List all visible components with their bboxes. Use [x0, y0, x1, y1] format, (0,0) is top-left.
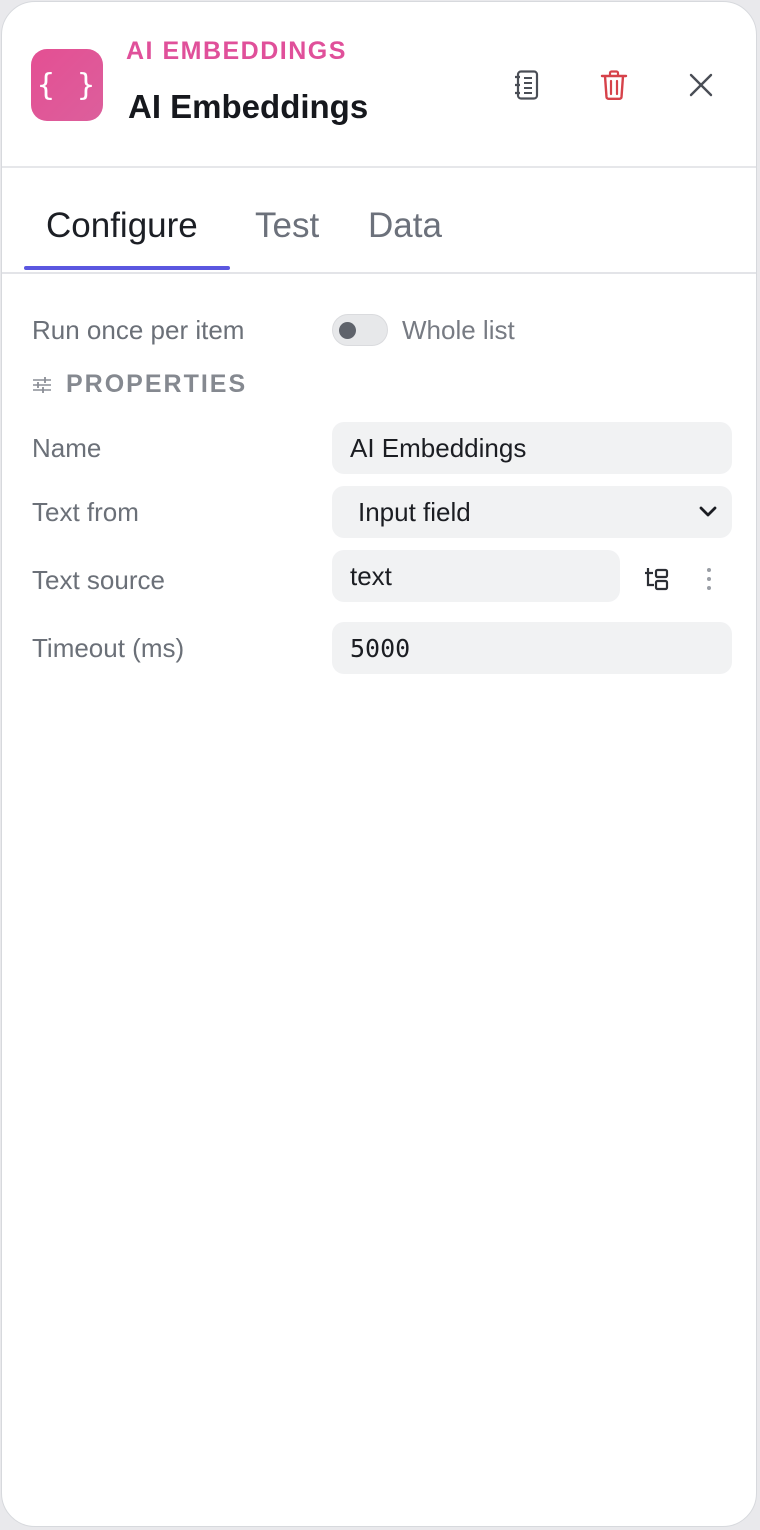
text-source-input[interactable]: text [332, 550, 620, 602]
text-source-value: text [350, 560, 392, 591]
trash-icon [600, 70, 628, 101]
notes-button[interactable] [507, 65, 547, 105]
tab-bar: Configure Test Data [2, 168, 756, 274]
tab-configure[interactable]: Configure [46, 206, 198, 246]
notebook-icon [515, 70, 539, 100]
close-icon [689, 73, 713, 97]
whole-list-label: Whole list [402, 315, 515, 345]
sliders-icon [33, 376, 51, 393]
properties-section-title: PROPERTIES [66, 370, 248, 398]
text-from-select[interactable]: Input field [332, 486, 732, 538]
node-icon-glyph: { } [36, 67, 98, 103]
node-title[interactable]: AI Embeddings [128, 88, 368, 126]
properties-section-header: PROPERTIES [32, 370, 247, 399]
tab-test[interactable]: Test [255, 206, 319, 246]
node-type-label: AI EMBEDDINGS [126, 37, 347, 65]
name-label: Name [32, 433, 102, 463]
more-options-icon[interactable] [702, 566, 716, 592]
name-input[interactable]: AI Embeddings [332, 422, 732, 474]
timeout-value: 5000 [350, 633, 411, 663]
text-from-label: Text from [32, 497, 139, 527]
text-source-label: Text source [32, 565, 165, 595]
run-mode-label: Run once per item [32, 315, 245, 345]
curly-braces-icon: { } [31, 49, 103, 121]
text-from-selected-value: Input field [358, 496, 471, 527]
timeout-input[interactable]: 5000 [332, 622, 732, 674]
active-tab-indicator [24, 266, 230, 270]
chevron-down-icon [699, 506, 717, 517]
delete-button[interactable] [594, 65, 634, 105]
tab-data[interactable]: Data [368, 206, 442, 246]
timeout-label: Timeout (ms) [32, 633, 185, 663]
close-button[interactable] [681, 65, 721, 105]
whole-list-toggle[interactable] [332, 314, 388, 346]
node-config-panel: { } AI EMBEDDINGS AI Embeddings Configur… [1, 1, 757, 1527]
name-input-value: AI Embeddings [350, 432, 527, 463]
toggle-knob [339, 322, 356, 339]
field-picker-icon[interactable] [644, 566, 670, 592]
panel-header: { } AI EMBEDDINGS AI Embeddings [2, 2, 756, 168]
